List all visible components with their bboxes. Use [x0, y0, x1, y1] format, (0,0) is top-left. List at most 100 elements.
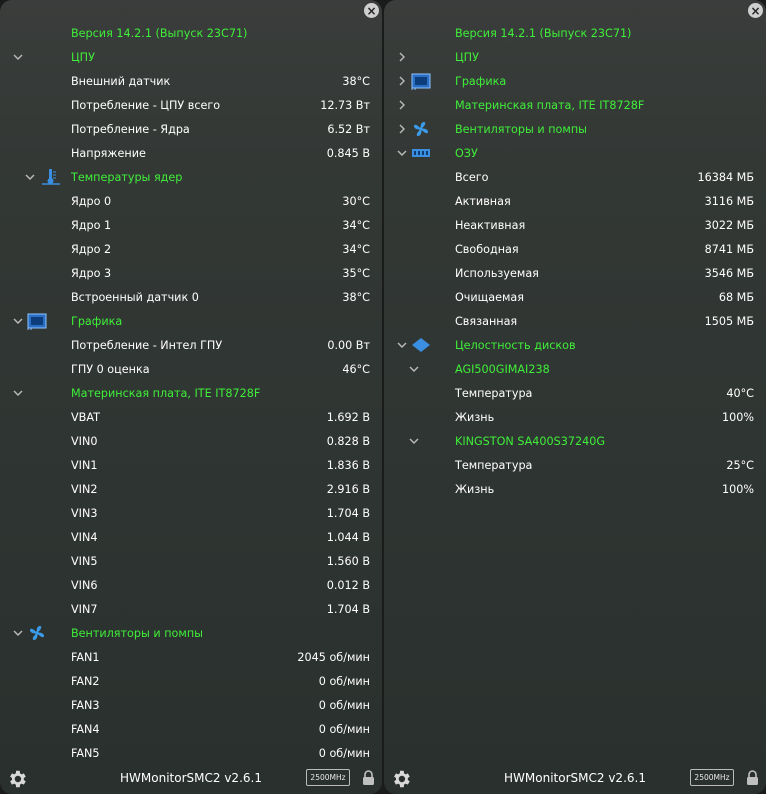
chevron-down-icon[interactable]	[395, 338, 409, 352]
lock-icon[interactable]	[362, 770, 375, 786]
sensor-row: FAN3 0 об/мин	[0, 693, 382, 717]
sensor-label: VIN4	[71, 530, 98, 544]
sensor-label: Связанная	[455, 314, 518, 328]
thermometer-icon	[41, 168, 61, 186]
sensor-value: 38°C	[342, 290, 370, 304]
group-title: AGI500GIMAI238	[455, 362, 550, 376]
sensor-row: Жизнь 100%	[384, 405, 766, 429]
sensor-row: FAN2 0 об/мин	[0, 669, 382, 693]
sensor-row: Ядро 3 35°C	[0, 261, 382, 285]
chevron-down-icon[interactable]	[395, 146, 409, 160]
group-header[interactable]: Вентиляторы и помпы	[0, 621, 382, 645]
sensor-label: FAN1	[71, 650, 100, 664]
sensor-row: VIN7 1.704 В	[0, 597, 382, 621]
sensor-row: Потребление - ЦПУ всего 12.73 Вт	[0, 93, 382, 117]
sensor-label: VIN0	[71, 434, 98, 448]
chevron-right-icon[interactable]	[395, 122, 409, 136]
sensor-label: Всего	[455, 170, 489, 184]
lock-icon[interactable]	[746, 770, 759, 786]
fan-icon	[411, 120, 431, 138]
close-button[interactable]: ×	[364, 3, 379, 18]
sensor-label: Свободная	[455, 242, 519, 256]
sensor-value: 100%	[722, 482, 754, 496]
group-header[interactable]: Температуры ядер	[0, 165, 382, 189]
chevron-down-icon[interactable]	[407, 362, 421, 376]
sensor-row: VIN1 1.836 В	[0, 453, 382, 477]
sensor-value: 2.916 В	[326, 482, 370, 496]
sensor-row: Свободная 8741 МБ	[384, 237, 766, 261]
sensor-value: 0.828 В	[326, 434, 370, 448]
sensor-row: Ядро 1 34°C	[0, 213, 382, 237]
sensor-row: Встроенный датчик 0 38°C	[0, 285, 382, 309]
group-header[interactable]: KINGSTON SA400S37240G	[384, 429, 766, 453]
sensor-value: 1.560 В	[326, 554, 370, 568]
chevron-down-icon[interactable]	[23, 170, 37, 184]
sensor-label: Напряжение	[71, 146, 146, 160]
sensor-value: 3546 МБ	[704, 266, 754, 280]
sensor-value: 1505 МБ	[704, 314, 754, 328]
sensor-label: VIN7	[71, 602, 98, 616]
group-header[interactable]: ЦПУ	[0, 45, 382, 69]
cpu-frequency-badge: 2500MHz	[690, 769, 734, 786]
group-header[interactable]: Целостность дисков	[384, 333, 766, 357]
sensor-value: 38°C	[342, 74, 370, 88]
sensor-row: Активная 3116 МБ	[384, 189, 766, 213]
chevron-right-icon[interactable]	[395, 50, 409, 64]
group-title: ЦПУ	[71, 50, 95, 64]
sensor-value: 1.836 В	[326, 458, 370, 472]
sensor-row: VIN4 1.044 В	[0, 525, 382, 549]
sensor-label: Внешний датчик	[71, 74, 171, 88]
sensor-row: VIN0 0.828 В	[0, 429, 382, 453]
group-header[interactable]: Материнская плата, ITE IT8728F	[0, 381, 382, 405]
group-header[interactable]: ЦПУ	[384, 45, 766, 69]
sensor-label: Жизнь	[455, 410, 495, 424]
sensor-label: VIN3	[71, 506, 98, 520]
chevron-right-icon[interactable]	[395, 74, 409, 88]
sensor-label: Потребление - ЦПУ всего	[71, 98, 221, 112]
sensor-label: Температура	[455, 386, 533, 400]
sensor-row: VIN3 1.704 В	[0, 501, 382, 525]
footer: HWMonitorSMC2 v2.6.1 2500MHz	[0, 762, 382, 794]
group-header[interactable]: Материнская плата, ITE IT8728F	[384, 93, 766, 117]
sensor-row: Внешний датчик 38°C	[0, 69, 382, 93]
chevron-down-icon[interactable]	[11, 626, 25, 640]
close-button[interactable]: ×	[748, 3, 763, 18]
chevron-down-icon[interactable]	[11, 314, 25, 328]
group-title: Материнская плата, ITE IT8728F	[455, 98, 645, 112]
sensor-row: Всего 16384 МБ	[384, 165, 766, 189]
sensor-label: Ядро 0	[71, 194, 112, 208]
sensor-value: 25°C	[726, 458, 754, 472]
ram-icon	[411, 144, 431, 162]
sensor-label: FAN3	[71, 698, 100, 712]
sensor-label: Ядро 3	[71, 266, 112, 280]
sensor-row: Потребление - Ядра 6.52 Вт	[0, 117, 382, 141]
chevron-down-icon[interactable]	[11, 386, 25, 400]
group-header[interactable]: ОЗУ	[384, 141, 766, 165]
sensor-value: 46°C	[342, 362, 370, 376]
chevron-right-icon[interactable]	[395, 98, 409, 112]
gpu-icon	[411, 72, 431, 90]
group-header[interactable]: Вентиляторы и помпы	[384, 117, 766, 141]
sensor-value: 8741 МБ	[704, 242, 754, 256]
sensor-row: Очищаемая 68 МБ	[384, 285, 766, 309]
sensor-value: 1.044 В	[326, 530, 370, 544]
disk-icon	[411, 336, 431, 354]
sensor-value: 6.52 Вт	[327, 122, 370, 136]
group-header[interactable]: AGI500GIMAI238	[384, 357, 766, 381]
sensor-label: Очищаемая	[455, 290, 524, 304]
sensor-label: VIN6	[71, 578, 98, 592]
sensor-row: ГПУ 0 оценка 46°C	[0, 357, 382, 381]
footer: HWMonitorSMC2 v2.6.1 2500MHz	[384, 762, 766, 794]
sensor-value: 3116 МБ	[704, 194, 754, 208]
group-header[interactable]: Графика	[0, 309, 382, 333]
sensor-row: VIN5 1.560 В	[0, 549, 382, 573]
sensor-value: 0.012 В	[326, 578, 370, 592]
sensor-value: 68 МБ	[718, 290, 754, 304]
chevron-down-icon[interactable]	[407, 434, 421, 448]
sensor-value: 16384 МБ	[697, 170, 754, 184]
sensor-value: 30°C	[342, 194, 370, 208]
sensor-label: VIN2	[71, 482, 98, 496]
chevron-down-icon[interactable]	[11, 50, 25, 64]
group-title: Версия 14.2.1 (Выпуск 23C71)	[71, 26, 248, 40]
group-header[interactable]: Графика	[384, 69, 766, 93]
